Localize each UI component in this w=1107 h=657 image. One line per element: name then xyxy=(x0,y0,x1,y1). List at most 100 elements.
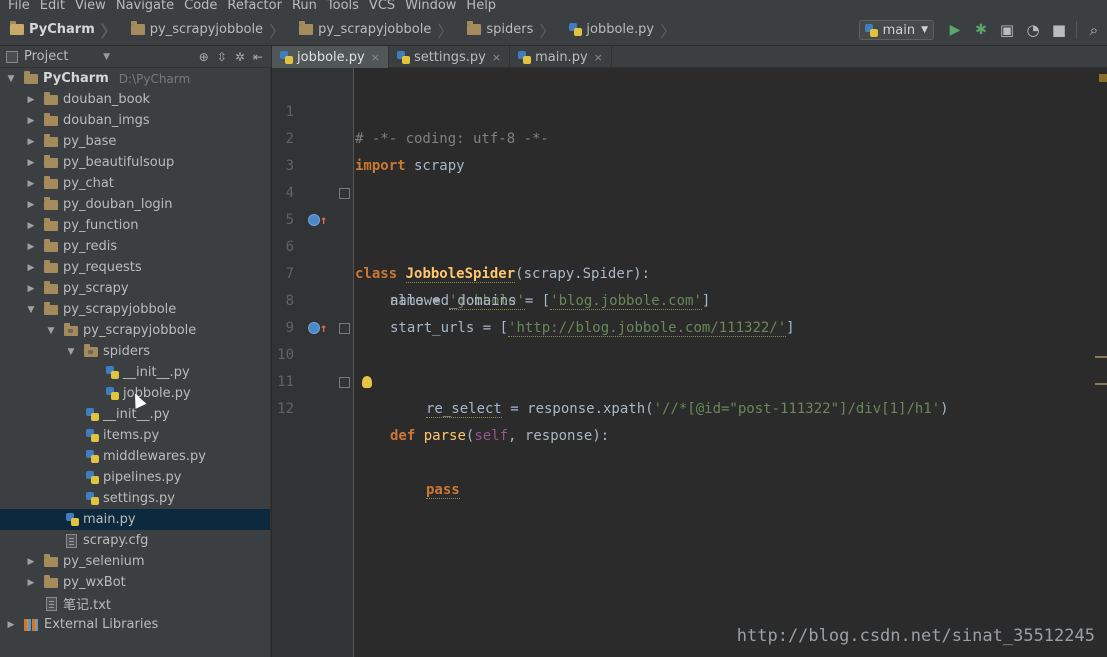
error-stripe-marker[interactable] xyxy=(1095,356,1107,358)
profile-icon[interactable]: ◔ xyxy=(1024,21,1042,39)
close-icon[interactable]: × xyxy=(594,51,603,64)
tree-item-py-function[interactable]: ▶ py_function xyxy=(0,215,270,236)
tree-item-pipelines-py[interactable]: pipelines.py xyxy=(0,467,270,488)
breadcrumb-spiders[interactable]: spiders 〉 xyxy=(457,14,559,46)
tree-item-middlewares-py[interactable]: middlewares.py xyxy=(0,446,270,467)
error-stripe-marker[interactable] xyxy=(1095,383,1107,385)
debug-bug-icon[interactable]: ✱ xyxy=(972,21,990,39)
tree-item-py-douban-login[interactable]: ▶ py_douban_login xyxy=(0,194,270,215)
breadcrumb-separator-icon: 〉 xyxy=(539,21,556,41)
tree-item-py-redis[interactable]: ▶ py_redis xyxy=(0,236,270,257)
tree-item-settings-py[interactable]: settings.py xyxy=(0,488,270,509)
collapsed-arrow-icon[interactable]: ▶ xyxy=(26,578,36,588)
tab-settings-py[interactable]: settings.py × xyxy=(389,46,511,68)
tree-item-py-selenium[interactable]: ▶ py_selenium xyxy=(0,551,270,572)
tree-item-pycharm[interactable]: ▼ PyCharm D:\PyCharm xyxy=(0,68,270,89)
collapsed-arrow-icon[interactable]: ▶ xyxy=(26,200,36,210)
menu-view[interactable]: View xyxy=(69,0,110,13)
gear-icon[interactable]: ✲ xyxy=(235,50,245,64)
collapsed-arrow-icon[interactable]: ▶ xyxy=(26,116,36,126)
breadcrumb-separator-icon: 〉 xyxy=(660,21,677,41)
collapse-all-icon[interactable]: ⇳ xyxy=(217,50,227,64)
project-view-select[interactable]: Project ▼ xyxy=(6,48,110,66)
expanded-arrow-icon[interactable]: ▼ xyxy=(6,74,16,84)
expanded-arrow-icon[interactable]: ▼ xyxy=(46,326,56,336)
tree-item-douban-imgs[interactable]: ▶ douban_imgs xyxy=(0,110,270,131)
code-token: , response): xyxy=(508,428,610,444)
breadcrumb-label: spiders xyxy=(486,22,534,37)
tree-item-main-py[interactable]: main.py xyxy=(0,509,270,530)
tree-item-py-scrapyjobbole[interactable]: ▼ py_scrapyjobbole xyxy=(0,299,270,320)
tree-item-label: py_base xyxy=(63,134,117,149)
close-icon[interactable]: × xyxy=(492,51,501,64)
tree-item-douban-book[interactable]: ▶ douban_book xyxy=(0,89,270,110)
expanded-arrow-icon[interactable]: ▼ xyxy=(66,347,76,357)
expanded-arrow-icon[interactable]: ▼ xyxy=(26,305,36,315)
code-line: 10 ↑ def parse(self, response): xyxy=(272,315,1107,444)
code-text: def parse(self, response): xyxy=(390,423,609,450)
tree-item-py-beautifulsoup[interactable]: ▶ py_beautifulsoup xyxy=(0,152,270,173)
breadcrumb-jobbole-py[interactable]: jobbole.py 〉 xyxy=(559,14,680,46)
tree-item-scrapy-cfg[interactable]: scrapy.cfg xyxy=(0,530,270,551)
coverage-icon[interactable]: ▣ xyxy=(998,21,1016,39)
tree-item-py-requests[interactable]: ▶ py_requests xyxy=(0,257,270,278)
hide-panel-icon[interactable]: ⇤ xyxy=(253,50,263,64)
code-self: self xyxy=(474,428,509,444)
fold-marker-icon[interactable] xyxy=(339,323,350,334)
code-line: 11 re_select = response.xpath('//*[@id="… xyxy=(272,342,1107,418)
tree-item-py-base[interactable]: ▶ py_base xyxy=(0,131,270,152)
tree-item-spiders[interactable]: ▼ spiders xyxy=(0,341,270,362)
search-icon[interactable]: ⌕ xyxy=(1085,21,1103,39)
menu-code[interactable]: Code xyxy=(178,0,221,13)
tree-item-items-py[interactable]: items.py xyxy=(0,425,270,446)
tree-item-path: D:\PyCharm xyxy=(118,71,191,86)
run-icon[interactable]: ▶ xyxy=(946,21,964,39)
menu-vcs[interactable]: VCS xyxy=(363,0,399,13)
lightbulb-icon[interactable] xyxy=(362,376,372,388)
tree-item-py-chat[interactable]: ▶ py_chat xyxy=(0,173,270,194)
collapsed-arrow-icon[interactable]: ▶ xyxy=(26,95,36,105)
menu-file[interactable]: File xyxy=(0,0,34,13)
tree-item-py-scrapy[interactable]: ▶ py_scrapy xyxy=(0,278,270,299)
collapsed-arrow-icon[interactable]: ▶ xyxy=(26,221,36,231)
menu-run[interactable]: Run xyxy=(286,0,321,13)
breadcrumb-pycharm[interactable]: PyCharm 〉 xyxy=(0,14,121,46)
collapsed-arrow-icon[interactable]: ▶ xyxy=(26,137,36,147)
collapsed-arrow-icon[interactable]: ▶ xyxy=(26,158,36,168)
scroll-from-source-icon[interactable]: ⊕ xyxy=(199,50,209,64)
tree-item-notes-txt[interactable]: 笔记.txt xyxy=(0,593,270,614)
collapsed-arrow-icon[interactable]: ▶ xyxy=(26,557,36,567)
menu-tools[interactable]: Tools xyxy=(321,0,363,13)
code-line: 8 start_urls = ['http://blog.jobbole.com… xyxy=(272,261,1107,337)
tree-item-py-wxbot[interactable]: ▶ py_wxBot xyxy=(0,572,270,593)
breadcrumb-py-scrapyjobbole[interactable]: py_scrapyjobbole 〉 xyxy=(121,14,289,46)
tree-item-py-scrapyjobbole-package[interactable]: ▼ py_scrapyjobbole xyxy=(0,320,270,341)
code-editor[interactable]: 1 # -*- coding: utf-8 -*- 2 import scrap… xyxy=(272,68,1107,657)
menu-window[interactable]: Window xyxy=(399,0,460,13)
menu-help[interactable]: Help xyxy=(460,0,500,13)
collapsed-arrow-icon[interactable]: ▶ xyxy=(6,620,16,630)
override-marker-icon[interactable]: ↑ xyxy=(308,214,327,230)
collapsed-arrow-icon[interactable]: ▶ xyxy=(26,284,36,294)
code-function-name: parse xyxy=(423,428,466,444)
tree-item-spiders-init[interactable]: __init__.py xyxy=(0,362,270,383)
close-icon[interactable]: × xyxy=(371,51,380,64)
tree-item-label: spiders xyxy=(103,344,151,359)
fold-marker-icon[interactable] xyxy=(339,377,350,388)
menu-refactor[interactable]: Refactor xyxy=(221,0,286,13)
tab-main-py[interactable]: main.py × xyxy=(510,46,612,68)
run-configuration-select[interactable]: main ▼ xyxy=(858,20,934,40)
menu-edit[interactable]: Edit xyxy=(34,0,69,13)
breadcrumb-py-scrapyjobbole-pkg[interactable]: py_scrapyjobbole 〉 xyxy=(289,14,457,46)
override-marker-icon[interactable]: ↑ xyxy=(308,322,327,338)
stop-icon[interactable]: ■ xyxy=(1050,21,1068,39)
collapsed-arrow-icon[interactable]: ▶ xyxy=(26,179,36,189)
menu-navigate[interactable]: Navigate xyxy=(110,0,178,13)
code-line: 9 xyxy=(272,288,1107,336)
collapsed-arrow-icon[interactable]: ▶ xyxy=(26,242,36,252)
folder-icon xyxy=(24,70,38,84)
fold-marker-icon[interactable] xyxy=(339,188,350,199)
tab-jobbole-py[interactable]: jobbole.py × xyxy=(272,46,389,68)
tree-item-external-libraries[interactable]: ▶ External Libraries xyxy=(0,614,270,635)
collapsed-arrow-icon[interactable]: ▶ xyxy=(26,263,36,273)
